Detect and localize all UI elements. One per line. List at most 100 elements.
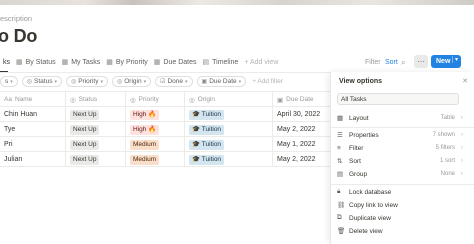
cell-name[interactable]: Julian [0, 152, 66, 167]
tab-tasks[interactable]: ks [0, 54, 13, 70]
cell-name[interactable]: Tye [0, 122, 66, 137]
column-header-priority[interactable]: ◎ Priority [126, 92, 185, 107]
cell-status[interactable]: Next Up [66, 107, 126, 122]
layout-option[interactable]: ▦ Layout Table › [337, 112, 469, 124]
panel-title: View options [339, 78, 383, 85]
column-label: Name [14, 96, 33, 103]
group-option[interactable]: ▤ Group None › [337, 168, 469, 180]
origin-tag: 🎓 Tuition [189, 139, 225, 150]
option-label: Duplicate view [349, 214, 391, 222]
cell-priority[interactable]: Medium [126, 152, 185, 167]
cell-status[interactable]: Next Up [66, 137, 126, 152]
column-header-origin[interactable]: ◎ Origin [185, 92, 273, 107]
checkbox-icon: ☑ [160, 79, 166, 85]
tab-timeline[interactable]: ▤ Timeline [200, 54, 242, 70]
option-label: Copy link to view [349, 201, 398, 209]
chip-label: Done [167, 78, 184, 85]
option-value: None [440, 171, 455, 177]
chip-label: s [5, 78, 9, 85]
tab-by-status[interactable]: ▦ By Status [13, 54, 59, 70]
chevron-right-icon: › [461, 158, 463, 164]
chevron-down-icon[interactable]: ▾ [451, 56, 458, 63]
layout-icon: ▦ [337, 115, 344, 122]
filter-chip-status[interactable]: ◎ Status ▾ [21, 76, 62, 87]
filter-chip-priority[interactable]: ◎ Priority ▾ [65, 76, 108, 87]
column-header-status[interactable]: ◎ Status [66, 92, 126, 107]
filter-button[interactable]: Filter [365, 55, 381, 70]
cell-due-date[interactable]: May 2, 2022 [273, 122, 330, 137]
filter-option[interactable]: ≡ Filter 5 filters › [337, 142, 469, 154]
filter-chip-partial[interactable]: s ▾ [0, 76, 18, 87]
chevron-down-icon: ▾ [185, 78, 188, 85]
timeline-icon: ▤ [202, 59, 210, 66]
more-options-button[interactable]: ··· [414, 55, 428, 68]
column-header-due-date[interactable]: ▣ Due Date [273, 92, 330, 107]
status-tag: Next Up [70, 139, 100, 150]
origin-icon: ◎ [189, 96, 195, 104]
priority-tag: High 🔥 [130, 124, 160, 135]
option-label: Group [349, 170, 368, 178]
option-value: 5 filters [435, 145, 455, 151]
cell-origin[interactable]: 🎓 Tuition [185, 122, 273, 137]
view-tabs: ks ▦ By Status ▦ My Tasks ▦ By Priority ▦ Du… [0, 54, 281, 70]
option-label: Layout [349, 114, 369, 122]
properties-option[interactable]: ☰ Properties 7 shown › [337, 129, 469, 141]
calendar-icon: ▣ [201, 79, 208, 85]
table-icon: ▦ [153, 59, 161, 66]
cell-name[interactable]: Pri [0, 137, 66, 152]
tab-my-tasks[interactable]: ▦ My Tasks [59, 54, 104, 70]
cell-priority[interactable]: Medium [126, 137, 185, 152]
sort-icon: ⇅ [337, 158, 343, 165]
cell-origin[interactable]: 🎓 Tuition [185, 152, 273, 167]
option-label: Lock database [349, 188, 392, 196]
trash-icon: 🗑︎ [337, 228, 346, 235]
table-icon: ▦ [106, 59, 113, 66]
table-icon: ▦ [16, 59, 23, 66]
sort-button[interactable]: Sort [385, 55, 398, 70]
option-label: Filter [349, 144, 364, 152]
cell-due-date[interactable]: May 1, 2022 [273, 137, 330, 152]
cell-origin[interactable]: 🎓 Tuition [185, 107, 273, 122]
chip-label: Priority [78, 78, 99, 85]
filter-chip-origin[interactable]: ◎ Origin ▾ [111, 76, 152, 87]
cell-due-date[interactable]: May 2, 2022 [273, 152, 330, 167]
chevron-down-icon: ▾ [54, 78, 57, 85]
cell-origin[interactable]: 🎓 Tuition [185, 137, 273, 152]
cell-name[interactable]: Chin Huan [0, 107, 66, 122]
view-name-input[interactable]: All Tasks [337, 93, 459, 105]
search-icon[interactable]: ⌕ [401, 55, 405, 70]
origin-tag: 🎓 Tuition [189, 109, 225, 120]
cell-due-date[interactable]: April 30, 2022 [273, 107, 330, 122]
add-view-button[interactable]: + Add view [241, 54, 281, 70]
cell-status[interactable]: Next Up [66, 152, 126, 167]
cell-priority[interactable]: High 🔥 [126, 107, 185, 122]
add-filter-button[interactable]: + Add filter [250, 78, 283, 85]
status-tag: Next Up [70, 154, 100, 165]
column-label: Due Date [286, 96, 314, 103]
option-label: Sort [349, 157, 361, 165]
column-header-name[interactable]: Aa Name [0, 92, 66, 107]
option-value: 7 shown [432, 132, 455, 138]
origin-icon: ◎ [116, 79, 123, 85]
lock-database-option[interactable]: 🔒︎ Lock database [337, 186, 469, 198]
priority-tag: High 🔥 [130, 109, 160, 120]
tab-due-dates[interactable]: ▦ Due Dates [151, 54, 200, 70]
cell-status[interactable]: Next Up [66, 122, 126, 137]
filter-chip-due-date[interactable]: ▣ Due Date ▾ [196, 76, 247, 87]
new-button[interactable]: New ▾ [431, 55, 461, 68]
copy-link-option[interactable]: ⛓ Copy link to view [337, 199, 469, 211]
cell-priority[interactable]: High 🔥 [126, 122, 185, 137]
duplicate-view-option[interactable]: ⧉ Duplicate view [337, 212, 469, 224]
close-icon[interactable]: ✕ [462, 77, 468, 85]
sort-option[interactable]: ⇅ Sort 1 sort › [337, 155, 469, 167]
new-button-label: New [436, 58, 451, 65]
filter-chip-done[interactable]: ☑ Done ▾ [155, 76, 193, 87]
chevron-right-icon: › [461, 145, 463, 151]
delete-view-option[interactable]: 🗑︎ Delete view [337, 225, 469, 237]
column-label: Origin [197, 96, 216, 103]
tab-label: My Tasks [71, 58, 101, 66]
tab-label: By Priority [115, 58, 148, 66]
priority-icon: ◎ [130, 96, 136, 104]
tab-by-priority[interactable]: ▦ By Priority [103, 54, 151, 70]
tab-label: By Status [25, 58, 56, 66]
